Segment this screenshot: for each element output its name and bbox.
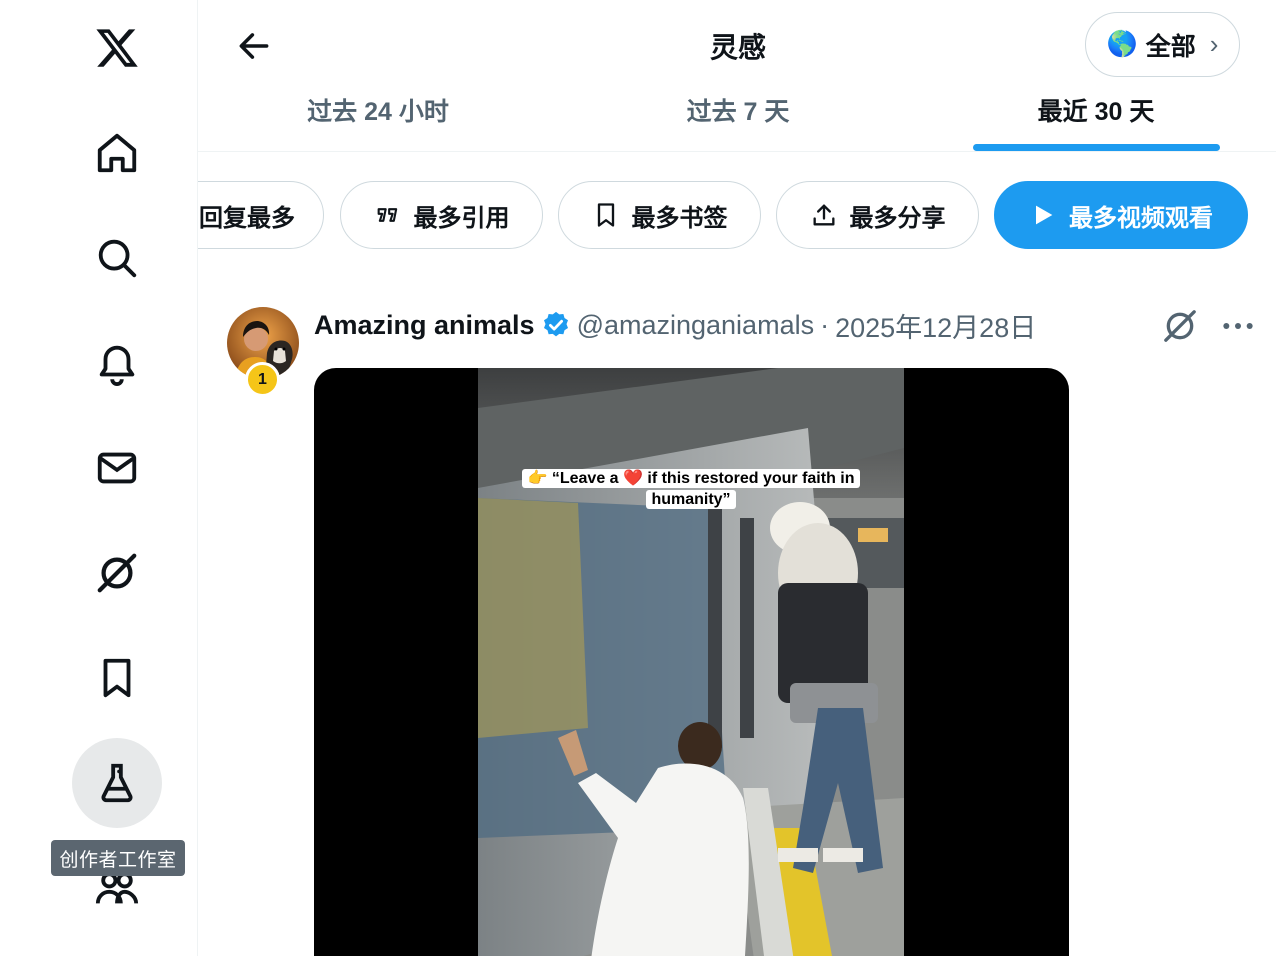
video-caption: 👉 “Leave a ❤️ if this restored your fait… xyxy=(514,468,868,510)
filter-most-quotes[interactable]: 最多引用 xyxy=(340,181,543,249)
chevron-right-icon: › xyxy=(1209,29,1219,59)
filter-most-bookmarks[interactable]: 最多书签 xyxy=(558,181,761,249)
video-caption-line2: humanity” xyxy=(646,490,736,509)
sidebar: 创作者工作室 xyxy=(0,0,198,956)
arrow-left-icon xyxy=(239,33,269,59)
filter-most-video-views[interactable]: 最多视频观看 xyxy=(994,181,1248,249)
search-icon[interactable] xyxy=(72,213,162,303)
region-selector-button[interactable]: 🌎 全部 › xyxy=(1085,12,1240,77)
page-title: 灵感 xyxy=(709,32,766,63)
filter-chips: 回复最多 最多引用 最多书签 最多分享 最多视频观看 xyxy=(198,180,1276,250)
tab-24h[interactable]: 过去 24 小时 xyxy=(258,92,498,152)
tooltip: 创作者工作室 xyxy=(51,840,185,876)
grok-icon[interactable] xyxy=(72,528,162,618)
verified-badge-icon xyxy=(543,311,568,337)
bookmark-icon[interactable] xyxy=(72,633,162,723)
post-header: Amazing animals @amazinganiamals · 2025年… xyxy=(314,306,1036,344)
flask-icon[interactable] xyxy=(72,738,162,828)
back-button[interactable] xyxy=(228,20,280,72)
post-date[interactable]: 2025年12月28日 xyxy=(835,306,1036,345)
play-icon xyxy=(1036,205,1053,225)
chip-label: 回复最多 xyxy=(199,204,295,232)
bell-icon[interactable] xyxy=(72,318,162,408)
region-label: 全部 xyxy=(1145,32,1196,61)
author-name[interactable]: Amazing animals xyxy=(314,310,535,341)
chip-label: 最多引用 xyxy=(413,204,510,232)
video-player[interactable]: 👉 “Leave a ❤️ if this restored your fait… xyxy=(314,368,1069,956)
more-options-icon[interactable] xyxy=(1218,306,1258,346)
separator: · xyxy=(820,309,830,340)
share-icon xyxy=(813,204,834,226)
quote-icon xyxy=(377,208,397,222)
filter-most-shares[interactable]: 最多分享 xyxy=(776,181,979,249)
video-caption-line1: 👉 “Leave a ❤️ if this restored your fait… xyxy=(522,469,860,488)
tab-7d[interactable]: 过去 7 天 xyxy=(618,92,858,152)
active-tab-indicator xyxy=(973,144,1220,151)
x-logo-icon[interactable] xyxy=(72,3,162,93)
chip-label: 最多视频观看 xyxy=(1069,204,1213,232)
page-header: 灵感 🌎 全部 › 过去 24 小时 过去 7 天 最近 30 天 xyxy=(198,0,1276,152)
bookmark-icon xyxy=(597,203,614,227)
filter-most-replies[interactable]: 回复最多 xyxy=(198,181,324,249)
video-frame: 👉 “Leave a ❤️ if this restored your fait… xyxy=(478,368,904,956)
rank-badge: 1 xyxy=(245,362,280,397)
post-actions xyxy=(1160,306,1258,346)
chip-label: 最多书签 xyxy=(631,204,728,232)
video-thumbnail-image xyxy=(478,368,904,956)
home-icon[interactable] xyxy=(72,108,162,198)
chip-label: 最多分享 xyxy=(849,204,946,232)
globe-icon: 🌎 xyxy=(1106,30,1138,58)
mail-icon[interactable] xyxy=(72,423,162,513)
grok-icon[interactable] xyxy=(1160,306,1200,346)
author-handle[interactable]: @amazinganiamals xyxy=(577,310,815,341)
tab-30d[interactable]: 最近 30 天 xyxy=(976,92,1216,152)
